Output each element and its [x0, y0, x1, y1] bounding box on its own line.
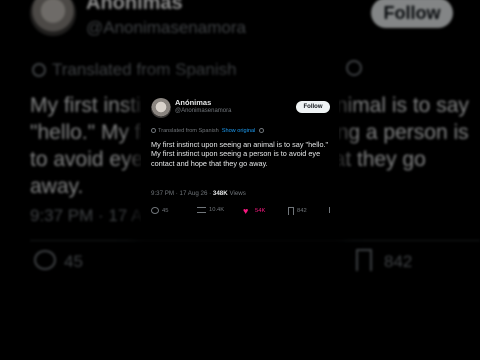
translate-icon [151, 128, 156, 133]
reply-icon [151, 207, 159, 214]
bg-translated-label: Translated from Spanish [32, 60, 237, 80]
translate-icon [32, 63, 46, 77]
bg-reply-count: 45 [64, 252, 83, 271]
share-button[interactable] [329, 207, 333, 213]
user-handle[interactable]: @Anonimasenamora [175, 108, 231, 114]
action-bar: 45 10.4K ♥ 54K 842 [151, 207, 335, 219]
retweet-icon [197, 207, 206, 213]
bookmark-icon [288, 207, 294, 215]
bg-bookmark-count: 842 [384, 252, 413, 271]
follow-button[interactable]: Follow [296, 101, 330, 113]
heart-icon: ♥ [243, 206, 249, 216]
reply-count: 45 [162, 207, 169, 214]
timestamp[interactable]: 9:37 PM · 17 Aug 26 · [151, 190, 213, 197]
views-count: 348K [212, 190, 228, 197]
bg-bookmark-icon[interactable] [356, 249, 372, 271]
retweet-count: 10.4K [209, 207, 225, 213]
like-button[interactable]: ♥ 54K [243, 206, 266, 216]
retweet-button[interactable]: 10.4K [197, 207, 224, 213]
share-icon [329, 207, 333, 213]
post-card: Anónimas @Anonimasenamora Follow Transla… [141, 88, 339, 238]
translation-bar: Translated from Spanish Show original [151, 128, 265, 134]
translated-label: Translated from Spanish [158, 128, 219, 134]
display-name[interactable]: Anónimas [175, 98, 211, 107]
gear-icon[interactable] [346, 60, 362, 76]
views-label: Views [227, 190, 246, 197]
post-meta: 9:37 PM · 17 Aug 26 · 348K Views [151, 190, 246, 197]
bg-handle: @Anonimasenamora [86, 18, 246, 37]
bg-display-name: Anónimas [86, 0, 183, 14]
reply-button[interactable]: 45 [151, 207, 168, 214]
bg-reply-icon[interactable] [34, 250, 56, 270]
bookmark-button[interactable]: 842 [288, 207, 307, 215]
bg-avatar [30, 0, 76, 36]
avatar[interactable] [151, 98, 171, 118]
like-count: 54K [255, 208, 266, 214]
show-original-link[interactable]: Show original [222, 128, 256, 134]
bg-divider [30, 240, 480, 241]
bg-follow-button[interactable]: Follow [371, 0, 453, 28]
bookmark-count: 842 [297, 208, 307, 214]
gear-icon[interactable] [259, 128, 265, 133]
post-body: My first instinct upon seeing an animal … [151, 140, 329, 168]
